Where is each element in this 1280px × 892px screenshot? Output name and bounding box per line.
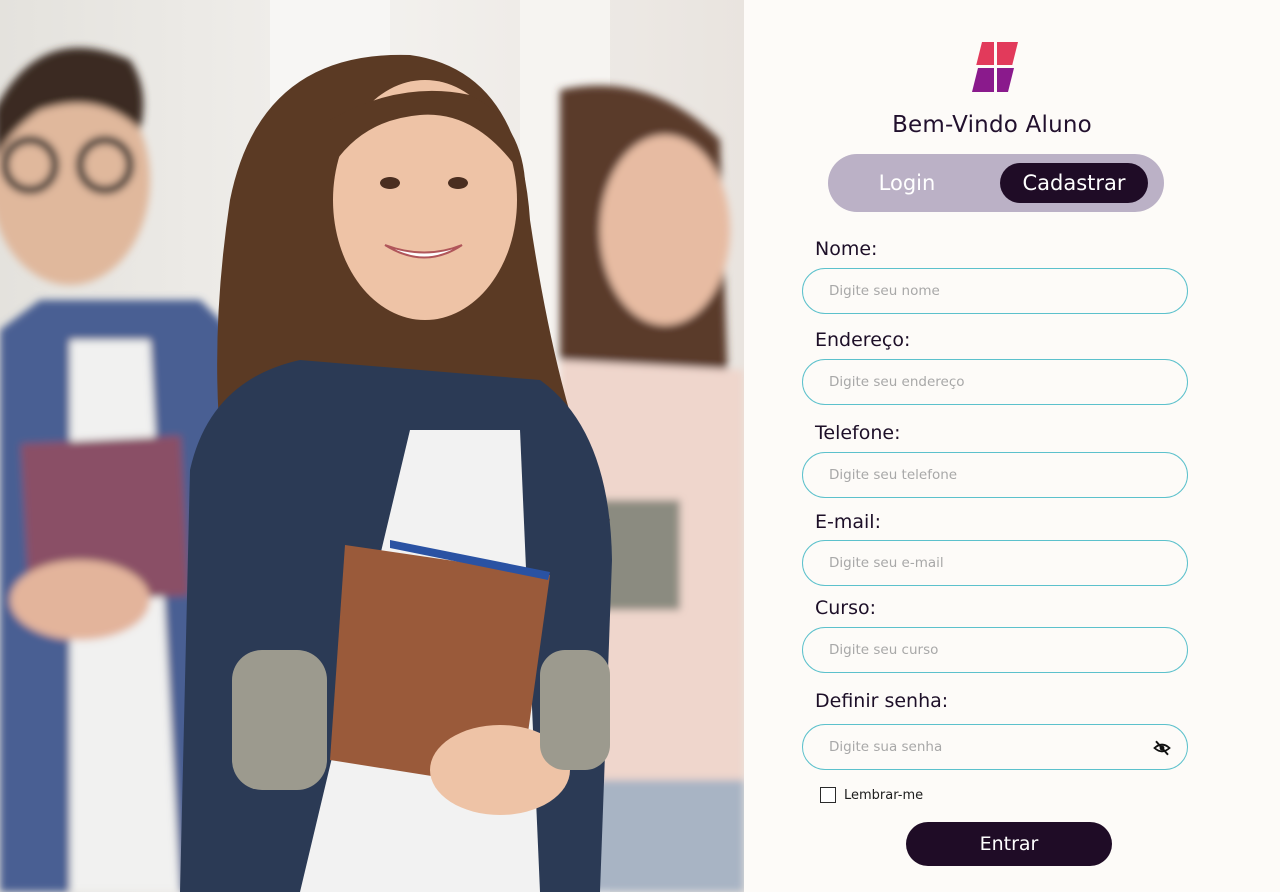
course-input[interactable] (803, 628, 1187, 672)
address-input[interactable] (803, 360, 1187, 404)
password-input[interactable] (803, 725, 1187, 769)
email-field-wrapper (802, 540, 1188, 586)
hero-photo (0, 0, 744, 892)
tab-signup[interactable]: Cadastrar (1000, 163, 1148, 203)
logo-icon (970, 40, 1020, 94)
remember-me: Lembrar-me (820, 787, 923, 803)
email-input[interactable] (803, 541, 1187, 585)
remember-checkbox[interactable] (820, 787, 836, 803)
password-field-wrapper (802, 724, 1188, 770)
submit-button[interactable]: Entrar (906, 822, 1112, 866)
signup-panel: Bem-Vindo Aluno Login Cadastrar Nome: En… (744, 0, 1280, 892)
address-label: Endereço: (815, 329, 911, 351)
name-input[interactable] (803, 269, 1187, 313)
eye-off-icon[interactable] (1153, 739, 1171, 757)
password-label: Definir senha: (815, 690, 949, 712)
remember-label: Lembrar-me (844, 787, 924, 803)
phone-input[interactable] (803, 453, 1187, 497)
email-label: E-mail: (815, 511, 881, 533)
students-illustration (0, 0, 744, 892)
welcome-title: Bem-Vindo Aluno (892, 112, 1092, 138)
phone-label: Telefone: (815, 422, 901, 444)
course-field-wrapper (802, 627, 1188, 673)
name-field-wrapper (802, 268, 1188, 314)
address-field-wrapper (802, 359, 1188, 405)
course-label: Curso: (815, 597, 877, 619)
tab-login[interactable]: Login (852, 163, 962, 203)
name-label: Nome: (815, 238, 878, 260)
phone-field-wrapper (802, 452, 1188, 498)
auth-mode-toggle: Login Cadastrar (828, 154, 1164, 212)
